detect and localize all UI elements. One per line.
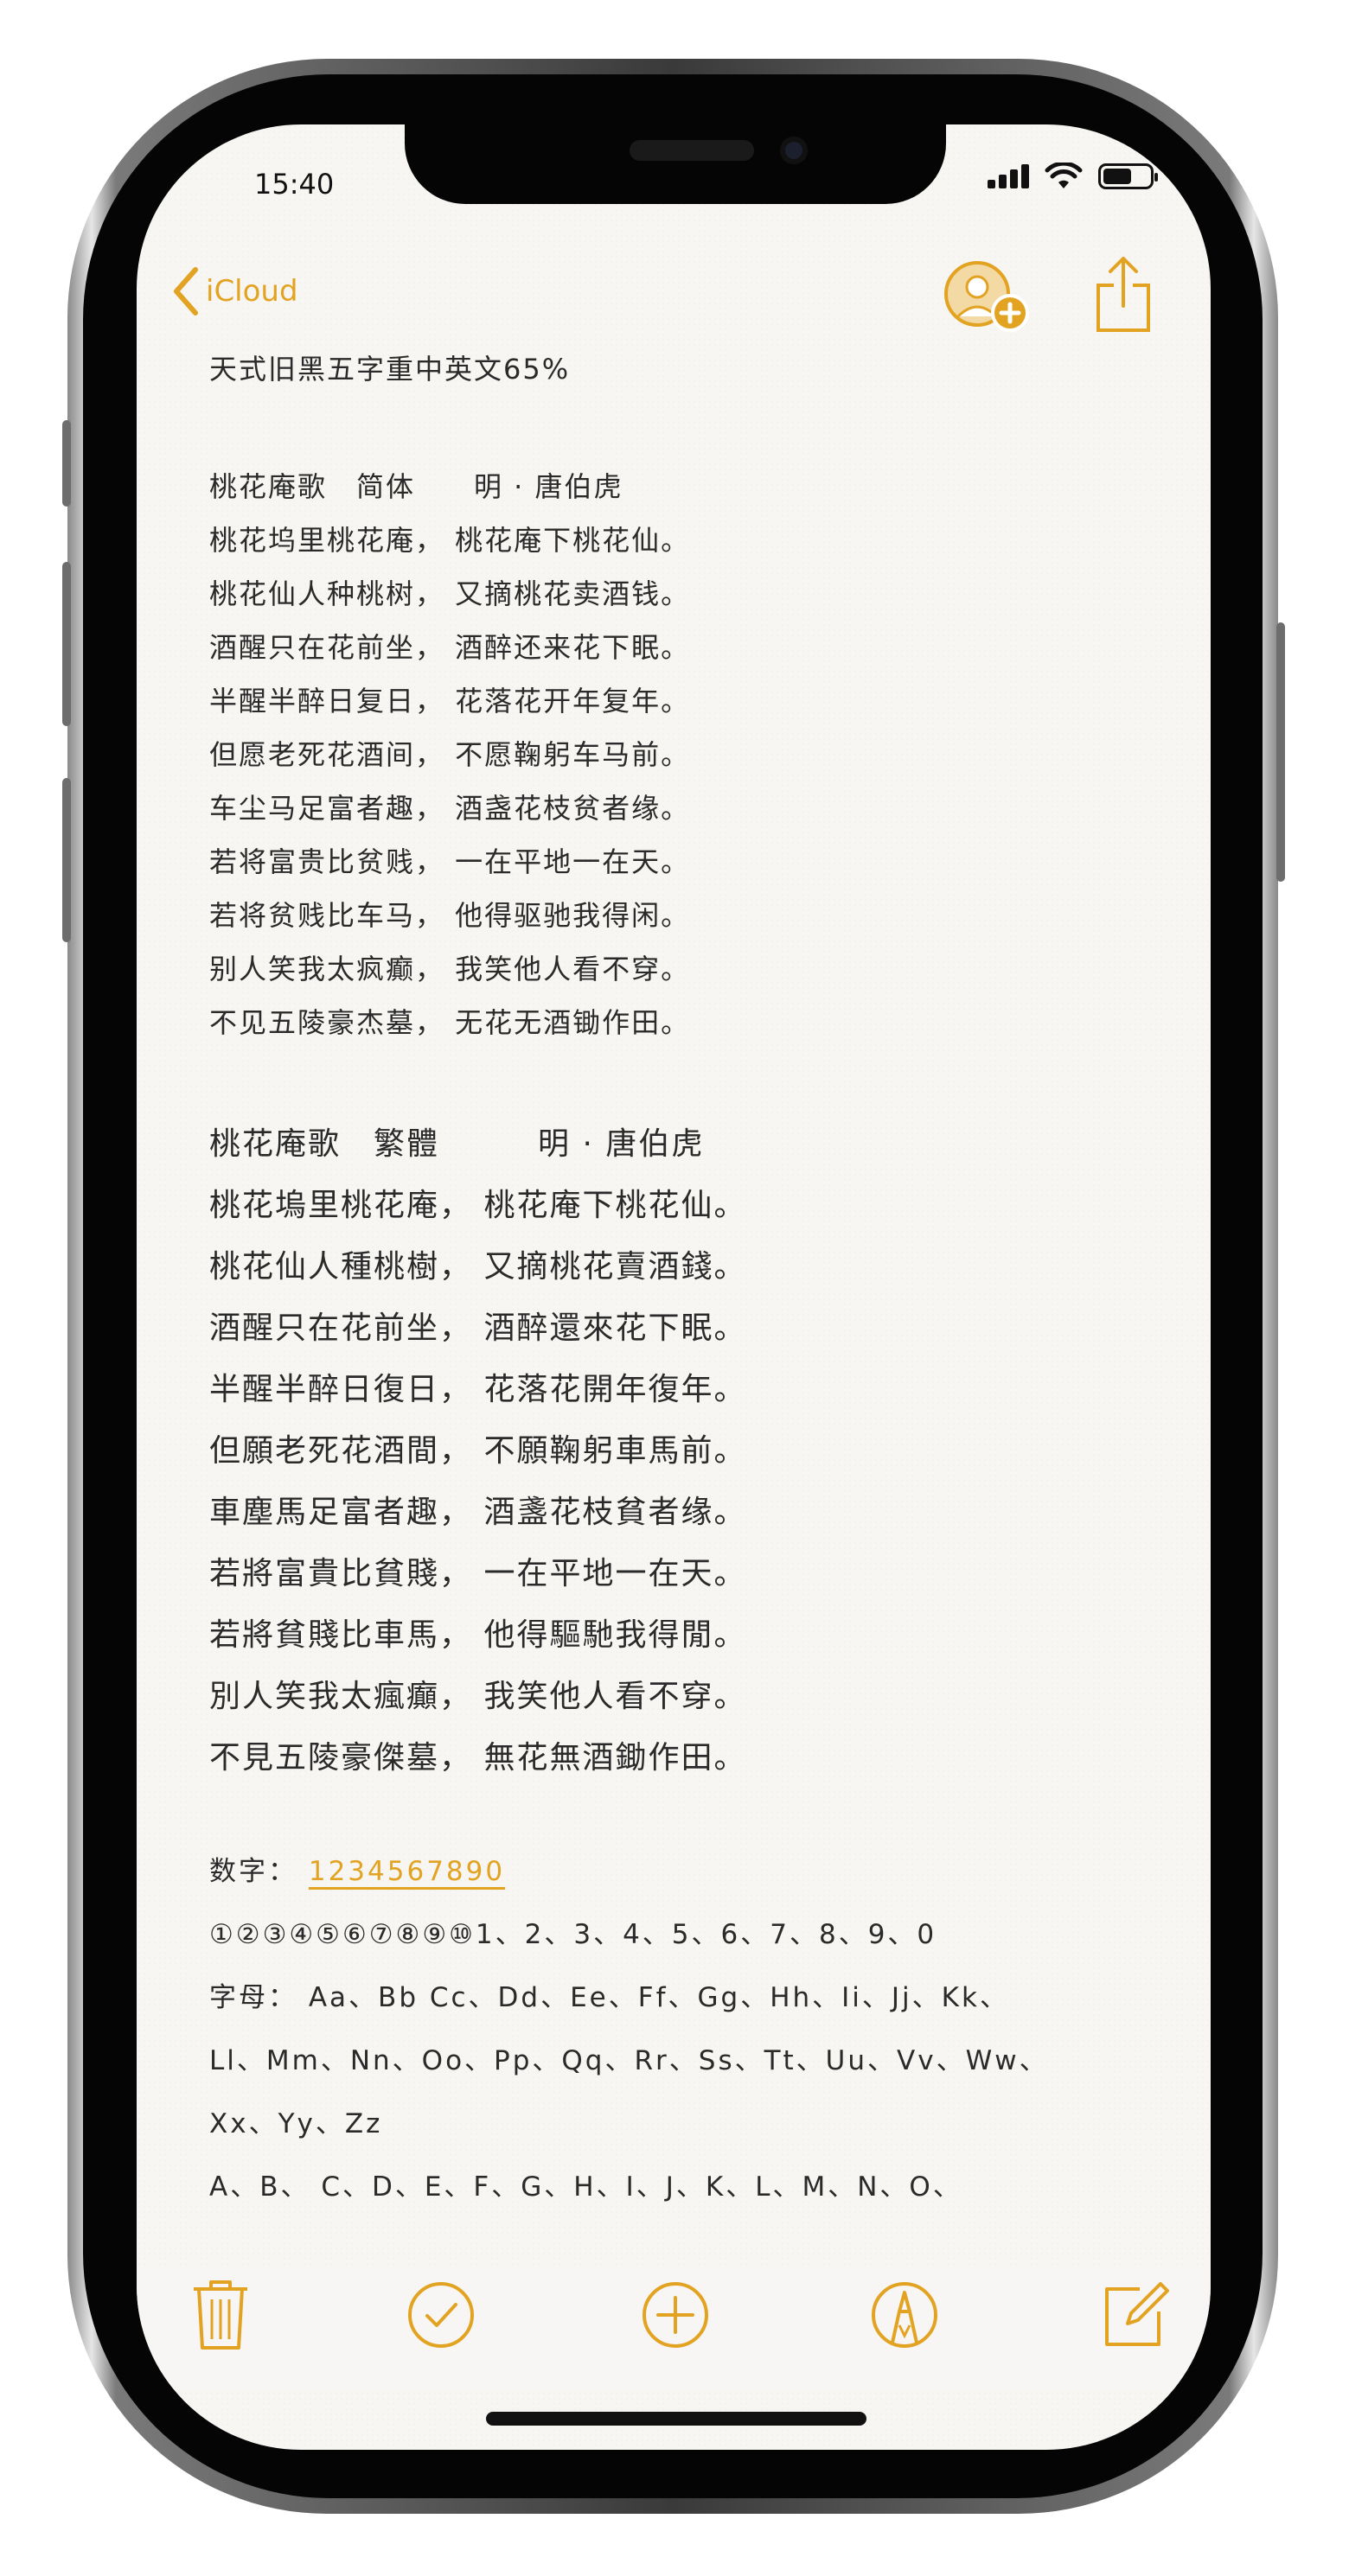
poem-line: 車塵馬足富者趣， 酒盞花枝貧者缘。 <box>209 1495 747 1530</box>
chevron-left-icon <box>174 267 198 316</box>
poem-line: 桃花仙人種桃樹， 又摘桃花賣酒錢。 <box>209 1249 747 1285</box>
poem-line: 车尘马足富者趣， 酒盏花枝贫者缘。 <box>209 792 691 825</box>
status-icons <box>988 163 1158 190</box>
share-icon <box>1096 257 1150 332</box>
poem-line: 不见五陵豪杰墓， 无花无酒锄作田。 <box>209 1006 691 1039</box>
add-people-button[interactable] <box>943 259 1033 339</box>
power-button <box>1276 622 1285 882</box>
checklist-icon <box>408 2282 474 2348</box>
front-camera <box>780 137 808 164</box>
poem-line: 桃花仙人种桃树， 又摘桃花卖酒钱。 <box>209 577 691 610</box>
battery-icon <box>1098 163 1158 189</box>
poem-traditional-title: 桃花庵歌 繁體 明 · 唐伯虎 <box>209 1126 705 1162</box>
markup-icon <box>872 2282 937 2348</box>
poem-line: 若將貧賤比車馬， 他得驅馳我得閒。 <box>209 1617 747 1653</box>
markup-button[interactable] <box>870 2280 939 2353</box>
poem-line: 若将富贵比贫贱， 一在平地一在天。 <box>209 845 691 878</box>
letters-line: A、B、 C、D、E、F、G、H、I、J、K、L、M、N、O、 <box>209 2171 962 2203</box>
screen: 15:40 iCloud 天式旧黑五字重中英文65% 桃花庵歌 简体 明 · 唐… <box>137 124 1211 2450</box>
trash-icon <box>194 2280 247 2350</box>
poem-line: 若将贫贱比车马， 他得驱驰我得闲。 <box>209 899 691 932</box>
poem-simplified-title: 桃花庵歌 简体 明 · 唐伯虎 <box>209 470 623 503</box>
poem-line: 酒醒只在花前坐， 酒醉還來花下眠。 <box>209 1310 747 1346</box>
poem-line: 半醒半醉日復日， 花落花開年復年。 <box>209 1372 747 1407</box>
bottom-toolbar <box>137 2268 1211 2389</box>
poem-line: 但愿老死花酒间， 不愿鞠躬车马前。 <box>209 738 691 771</box>
letters-line: Xx、Yy、Zz <box>209 2108 383 2139</box>
note-heading: 天式旧黑五字重中英文65% <box>209 353 571 386</box>
numbers-row: 数字： 1234567890 <box>209 1840 1160 1903</box>
add-person-icon <box>944 261 1029 332</box>
phone-number-link[interactable]: 1234567890 <box>309 1856 505 1887</box>
add-icon <box>643 2282 708 2348</box>
status-time: 15:40 <box>254 168 335 201</box>
poem-line: 不見五陵豪傑墓， 無花無酒鋤作田。 <box>209 1740 747 1776</box>
compose-icon <box>1105 2282 1169 2346</box>
poem-line: 桃花坞里桃花庵， 桃花庵下桃花仙。 <box>209 524 691 557</box>
checklist-button[interactable] <box>406 2280 476 2353</box>
share-button[interactable] <box>1093 254 1154 339</box>
wifi-icon <box>1045 163 1083 188</box>
notch <box>405 124 946 204</box>
note-body[interactable]: 天式旧黑五字重中英文65% 桃花庵歌 简体 明 · 唐伯虎 桃花坞里桃花庵， 桃… <box>209 342 1160 2219</box>
letters-line: Ll、Mm、Nn、Oo、Pp、Qq、Rr、Ss、Tt、Uu、Vv、Ww、 <box>209 2045 1049 2076</box>
earpiece-speaker <box>630 140 754 161</box>
delete-button[interactable] <box>190 2279 251 2355</box>
back-label: iCloud <box>206 274 298 309</box>
back-button[interactable]: iCloud <box>171 266 298 316</box>
letters-line: 字母： Aa、Bb Cc、Dd、Ee、Ff、Gg、Hh、Ii、Jj、Kk、 <box>209 1982 1009 2013</box>
poem-line: 别人笑我太疯癫， 我笑他人看不穿。 <box>209 953 691 985</box>
poem-line: 別人笑我太瘋癲， 我笑他人看不穿。 <box>209 1679 747 1714</box>
volume-down-button <box>62 778 71 942</box>
poem-line: 酒醒只在花前坐， 酒醉还来花下眠。 <box>209 631 691 664</box>
numbers-label: 数字： <box>209 1856 297 1887</box>
silent-switch <box>62 420 71 507</box>
poem-line: 但願老死花酒間， 不願鞠躬車馬前。 <box>209 1433 747 1469</box>
volume-up-button <box>62 562 71 726</box>
numbers-line: ①②③④⑤⑥⑦⑧⑨⑩1、2、3、4、5、6、7、8、9、0 <box>209 1919 937 1950</box>
cellular-signal-icon <box>988 164 1029 188</box>
poem-line: 桃花塢里桃花庵， 桃花庵下桃花仙。 <box>209 1188 747 1223</box>
poem-line: 若將富貴比貧賤， 一在平地一在天。 <box>209 1556 747 1591</box>
poem-line: 半醒半醉日复日， 花落花开年复年。 <box>209 685 691 717</box>
home-indicator[interactable] <box>486 2412 866 2426</box>
compose-button[interactable] <box>1102 2277 1171 2353</box>
add-attachment-button[interactable] <box>641 2280 710 2353</box>
